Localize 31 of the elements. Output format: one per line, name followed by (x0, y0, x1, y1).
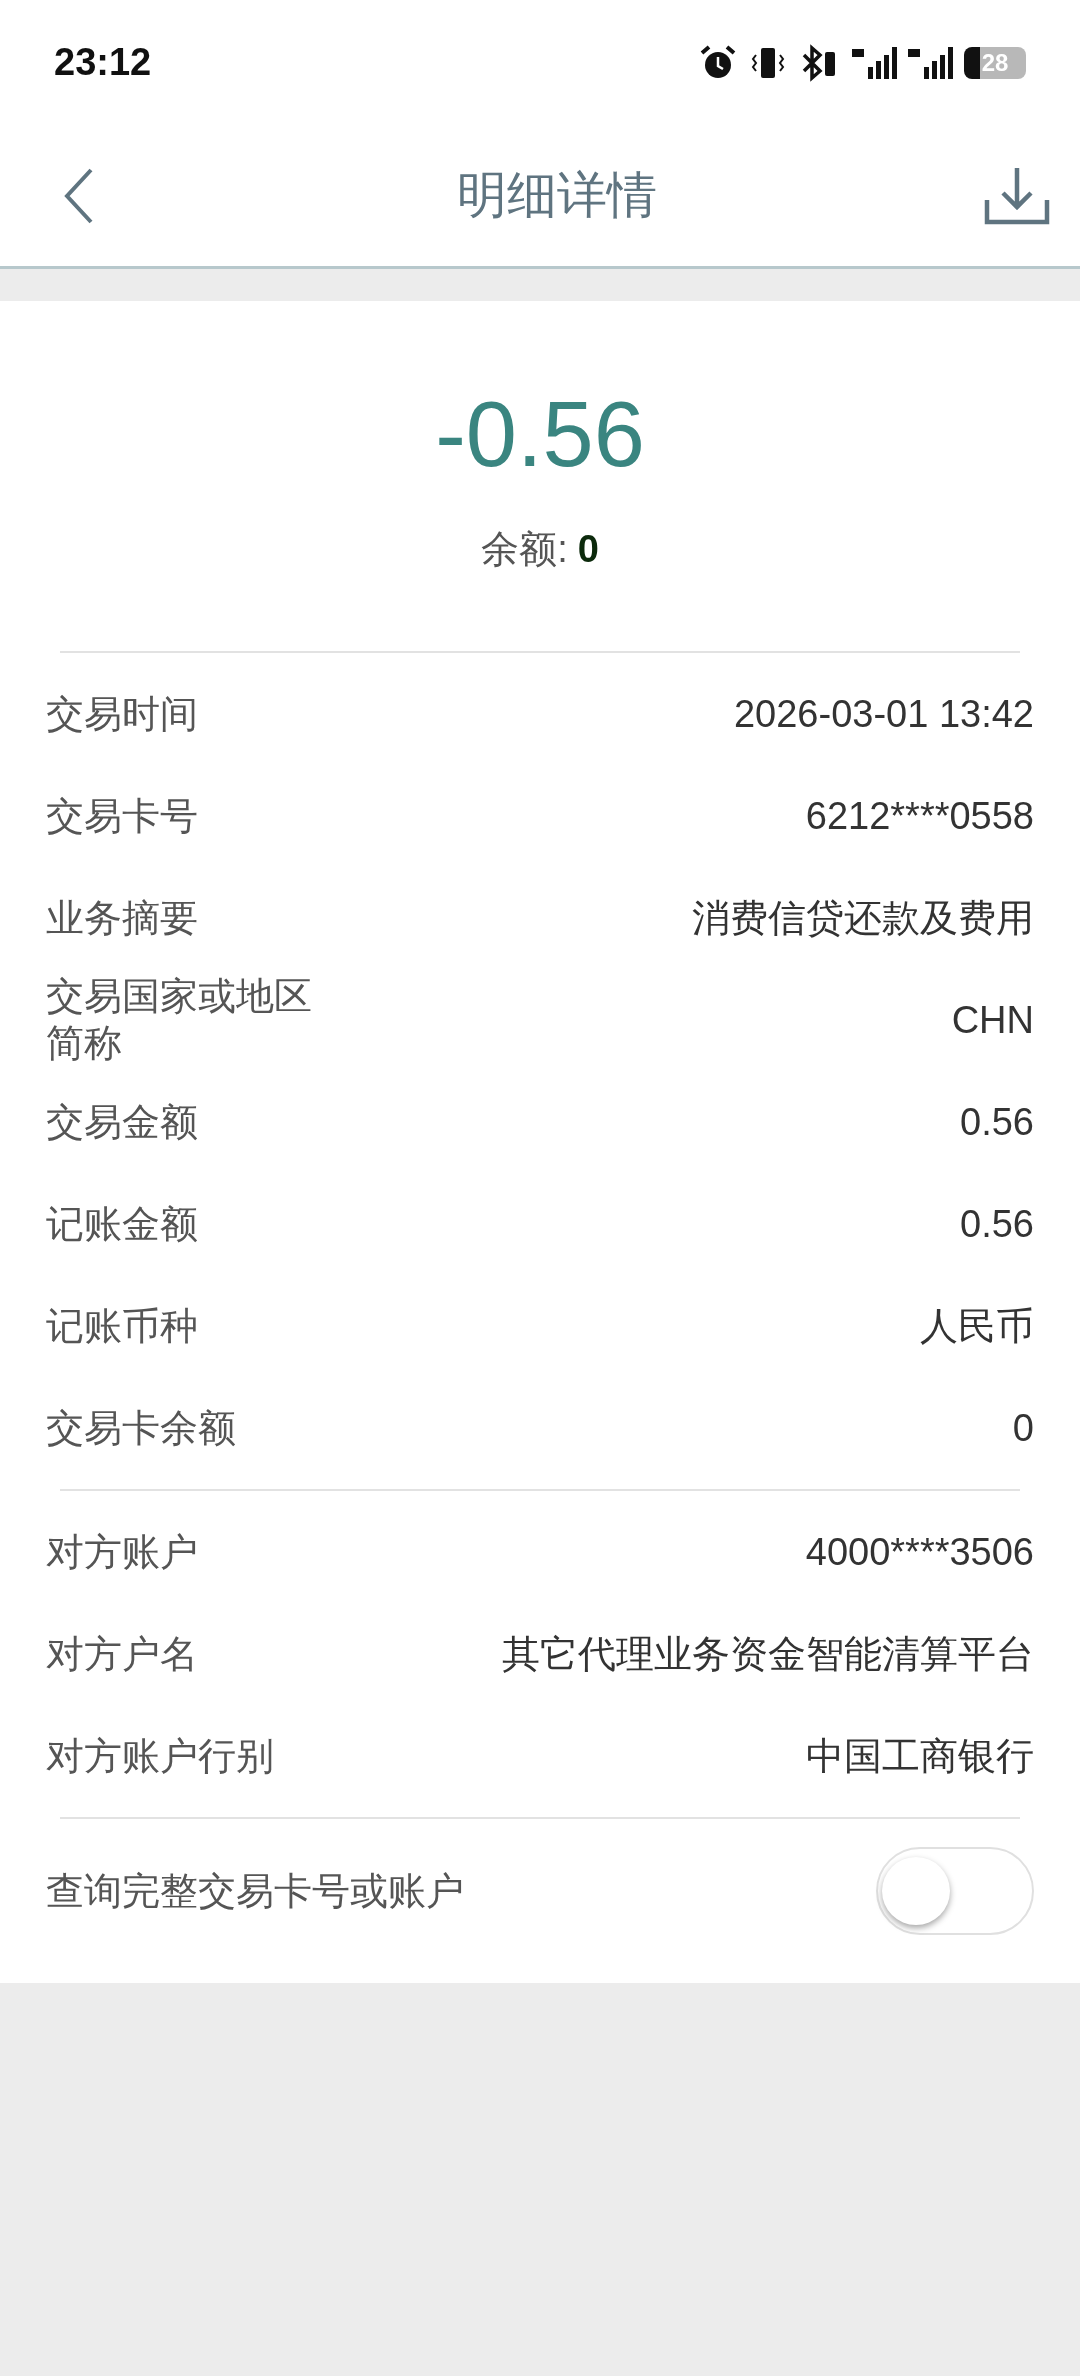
amount-text: -0.56 (434, 382, 646, 487)
field-value: 人民币 (920, 1303, 1034, 1349)
field-label: 对方账户行别 (46, 1732, 274, 1780)
field-value: 4000****3506 (805, 1530, 1034, 1574)
field-value: 0.56 (960, 1202, 1034, 1246)
battery-icon: 28 (964, 46, 1026, 79)
field-value: 其它代理业务资金智能清算平台 (502, 1631, 1034, 1677)
back-icon[interactable] (64, 167, 94, 224)
field-value: 0.56 (960, 1100, 1034, 1144)
field-label: 交易时间 (46, 690, 198, 738)
field-label: 交易卡余额 (46, 1404, 236, 1452)
field-label: 对方户名 (46, 1630, 198, 1678)
page-title: 明细详情 (456, 165, 658, 226)
field-value: 0 (1012, 1406, 1034, 1450)
field-label: 交易国家或地区简称 (46, 972, 313, 1068)
field-value: 消费信贷还款及费用 (692, 895, 1034, 941)
field-value: CHN (951, 998, 1034, 1042)
status-time: 23:12 (54, 41, 152, 84)
field-value: 6212****0558 (805, 794, 1034, 838)
download-icon[interactable] (984, 165, 1050, 226)
field-label: 记账币种 (46, 1302, 198, 1350)
balance-label: 余额: (481, 528, 568, 571)
toggle-label: 查询完整交易卡号或账户 (46, 1867, 464, 1915)
field-value: 中国工商银行 (806, 1733, 1034, 1779)
field-label: 交易金额 (46, 1098, 198, 1146)
field-value: 2026-03-01 13:42 (733, 692, 1034, 736)
field-label: 交易卡号 (46, 792, 198, 840)
field-label: 对方账户 (46, 1528, 198, 1576)
field-label: 记账金额 (46, 1200, 198, 1248)
balance-value: 0 (577, 528, 599, 571)
field-label: 业务摘要 (46, 894, 198, 942)
